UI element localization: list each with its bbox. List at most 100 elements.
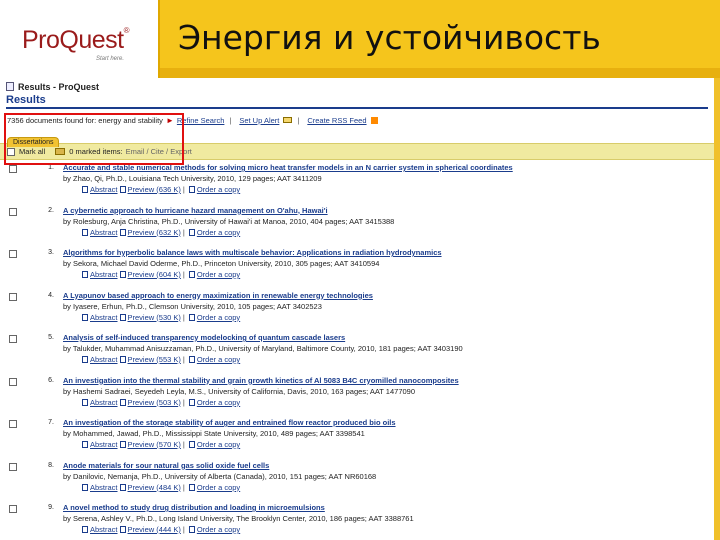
- preview-icon: [119, 228, 126, 236]
- result-number: 8.: [48, 461, 54, 469]
- set-up-alert-link[interactable]: Set Up Alert: [239, 116, 279, 125]
- result-links: Abstract Preview (444 K) | Order a copy: [80, 525, 240, 534]
- right-stripe: [714, 78, 720, 540]
- order-link[interactable]: Order a copy: [197, 440, 240, 449]
- abstract-link[interactable]: Abstract: [90, 355, 118, 364]
- create-rss-link[interactable]: Create RSS Feed: [307, 116, 366, 125]
- preview-icon: [119, 483, 126, 491]
- abstract-link[interactable]: Abstract: [90, 525, 118, 534]
- result-row: 6. An investigation into the thermal stab…: [0, 375, 714, 418]
- abstract-link[interactable]: Abstract: [90, 440, 118, 449]
- result-checkbox[interactable]: [9, 505, 17, 513]
- preview-link[interactable]: Preview (503 K): [128, 398, 181, 407]
- result-number: 4.: [48, 291, 54, 299]
- result-links: Abstract Preview (553 K) | Order a copy: [80, 355, 240, 364]
- result-row: 7. An investigation of the storage stabil…: [0, 417, 714, 460]
- result-row: 5. Analysis of self-induced transparency …: [0, 332, 714, 375]
- result-number: 9.: [48, 504, 54, 511]
- abstract-link[interactable]: Abstract: [90, 270, 118, 279]
- abstract-icon: [82, 271, 88, 278]
- order-icon: [188, 313, 195, 321]
- preview-link[interactable]: Preview (484 K): [128, 483, 181, 492]
- result-number: 1.: [48, 164, 54, 171]
- result-title-link[interactable]: Algorithms for hyperbolic balance laws w…: [63, 248, 442, 257]
- preview-link[interactable]: Preview (604 K): [128, 270, 181, 279]
- order-icon: [188, 356, 195, 363]
- order-link[interactable]: Order a copy: [197, 483, 240, 492]
- abstract-icon: [82, 441, 88, 448]
- mail-icon: [283, 117, 293, 123]
- order-icon: [188, 441, 195, 448]
- preview-link[interactable]: Preview (553 K): [128, 355, 181, 364]
- results-list: 1. Accurate and stable numerical methods …: [0, 160, 714, 540]
- result-title-link[interactable]: A cybernetic approach to hurricane hazar…: [63, 206, 328, 215]
- abstract-icon: [82, 483, 88, 491]
- order-link[interactable]: Order a copy: [197, 398, 240, 407]
- result-meta: by Iyasere, Erhun, Ph.D., Clemson Univer…: [63, 301, 322, 311]
- abstract-link[interactable]: Abstract: [90, 483, 118, 492]
- result-checkbox[interactable]: [9, 207, 17, 216]
- separator: |: [182, 185, 185, 194]
- result-links: Abstract Preview (604 K) | Order a copy: [80, 270, 240, 279]
- browser-screenshot: Results - ProQuest Results 7356 document…: [0, 80, 714, 540]
- abstract-link[interactable]: Abstract: [90, 228, 118, 237]
- preview-icon: [119, 526, 126, 533]
- result-title-link[interactable]: Anode materials for sour natural gas sol…: [63, 461, 269, 470]
- result-row: 3. Algorithms for hyperbolic balance laws…: [0, 247, 714, 290]
- logo-registered-mark: ®: [123, 26, 130, 35]
- preview-link[interactable]: Preview (530 K): [128, 313, 181, 322]
- result-number: 5.: [48, 334, 54, 341]
- order-link[interactable]: Order a copy: [197, 185, 240, 194]
- result-number: 3.: [48, 249, 54, 256]
- abstract-link[interactable]: Abstract: [90, 185, 118, 194]
- window-title: Results - ProQuest: [18, 81, 100, 92]
- order-icon: [188, 271, 195, 278]
- order-link[interactable]: Order a copy: [197, 525, 240, 534]
- preview-link[interactable]: Preview (444 K): [128, 525, 181, 534]
- result-meta: by Zhao, Qi, Ph.D., Louisiana Tech Unive…: [63, 174, 322, 183]
- result-row: 2. A cybernetic approach to hurricane haz…: [0, 205, 714, 248]
- result-checkbox[interactable]: [9, 462, 17, 471]
- result-checkbox[interactable]: [9, 250, 17, 258]
- result-links: Abstract Preview (530 K) | Order a copy: [80, 313, 240, 322]
- abstract-icon: [82, 313, 88, 321]
- logo-tagline: Start here.: [96, 56, 125, 62]
- slide-header: ProQuest® Start here. Энергия и устойчив…: [0, 0, 720, 78]
- result-checkbox[interactable]: [9, 292, 17, 301]
- order-link[interactable]: Order a copy: [197, 228, 240, 237]
- result-title-link[interactable]: A novel method to study drug distributio…: [63, 503, 325, 512]
- order-link[interactable]: Order a copy: [197, 313, 240, 322]
- result-number: 6.: [48, 376, 54, 384]
- result-checkbox[interactable]: [9, 420, 17, 428]
- result-row: 9. A novel method to study drug distribut…: [0, 502, 714, 540]
- result-number: 7.: [48, 419, 54, 426]
- preview-icon: [119, 398, 126, 406]
- result-checkbox[interactable]: [9, 335, 17, 343]
- preview-link[interactable]: Preview (636 K): [128, 185, 181, 194]
- result-title-link[interactable]: A Lyapunov based approach to energy maxi…: [63, 291, 373, 300]
- result-title-link[interactable]: An investigation into the thermal stabil…: [63, 376, 459, 385]
- result-links: Abstract Preview (484 K) | Order a copy: [80, 483, 240, 492]
- abstract-link[interactable]: Abstract: [90, 398, 118, 407]
- page-icon: [6, 82, 14, 91]
- result-meta: by Mohammed, Jawad, Ph.D., Mississippi S…: [63, 429, 365, 438]
- result-row: 1. Accurate and stable numerical methods …: [0, 162, 714, 205]
- abstract-link[interactable]: Abstract: [90, 313, 118, 322]
- preview-link[interactable]: Preview (632 K): [128, 228, 181, 237]
- result-row: 4. A Lyapunov based approach to energy ma…: [0, 290, 714, 333]
- results-heading: Results: [6, 94, 46, 106]
- separator: |: [297, 115, 300, 125]
- result-title-link[interactable]: An investigation of the storage stabilit…: [63, 418, 396, 427]
- result-title-link[interactable]: Analysis of self-induced transparency mo…: [63, 333, 345, 342]
- separator: |: [182, 312, 185, 322]
- rss-icon: [370, 116, 378, 124]
- preview-link[interactable]: Preview (570 K): [128, 440, 181, 449]
- result-checkbox[interactable]: [9, 377, 17, 386]
- separator: |: [182, 482, 185, 492]
- preview-icon: [119, 186, 126, 193]
- abstract-icon: [82, 526, 88, 533]
- order-link[interactable]: Order a copy: [197, 270, 240, 279]
- order-link[interactable]: Order a copy: [197, 355, 240, 364]
- result-checkbox[interactable]: [9, 165, 17, 173]
- preview-icon: [119, 313, 126, 321]
